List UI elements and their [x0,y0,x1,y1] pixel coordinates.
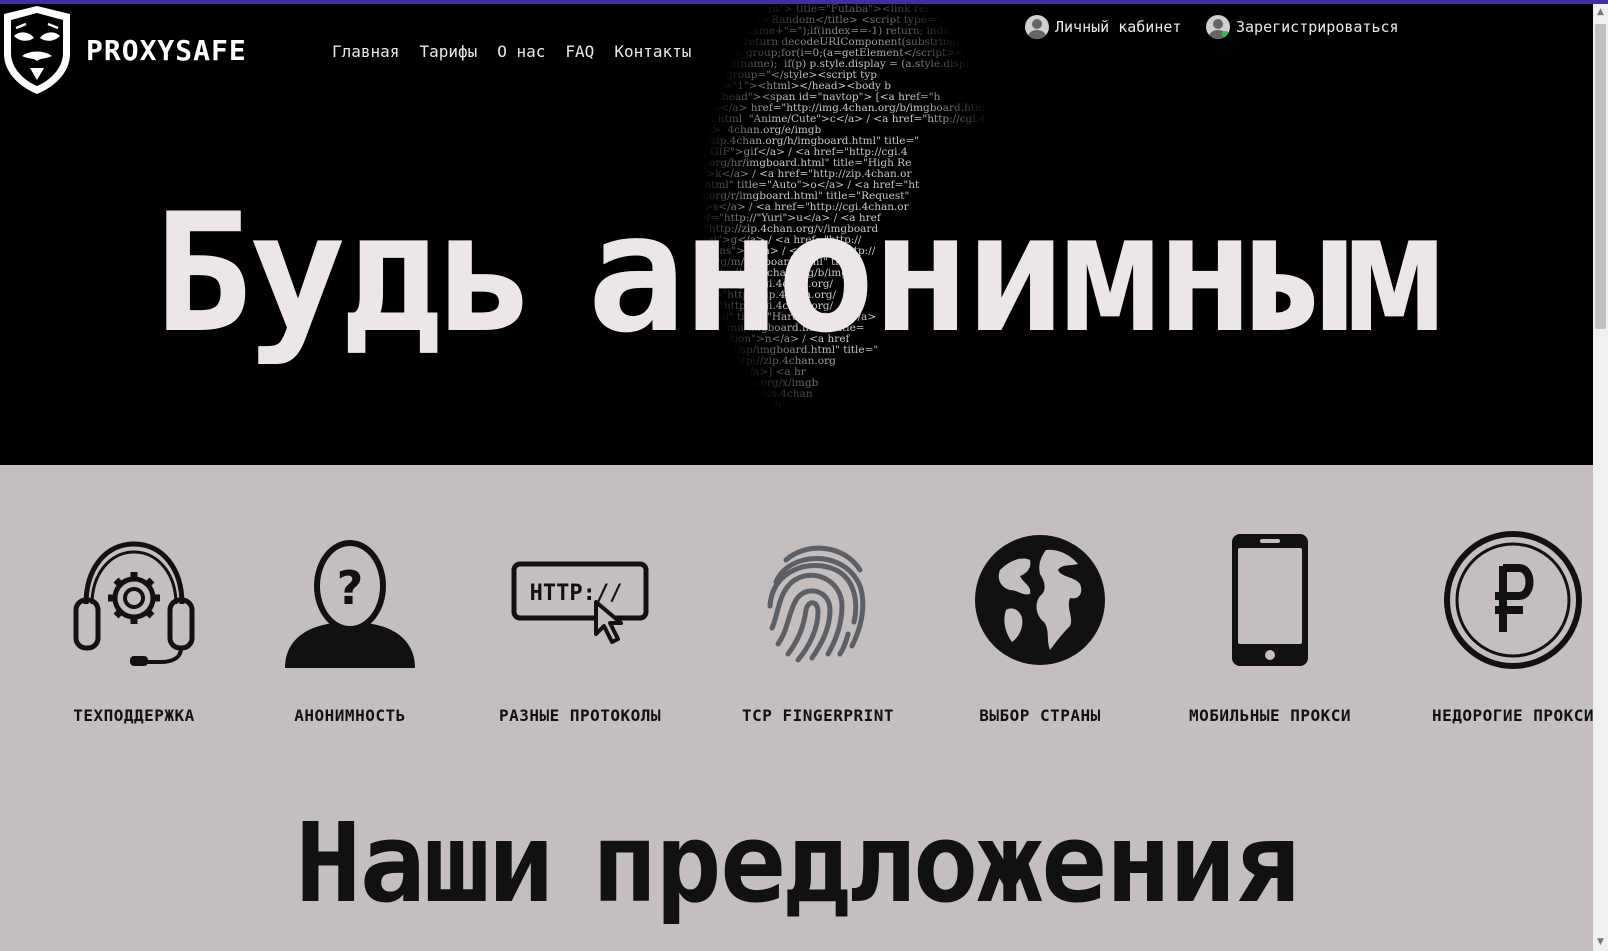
user-avatar-icon [1025,15,1049,39]
feature-fingerprint: TCP FINGERPRINT [703,530,933,725]
mask-logo-icon[interactable] [0,6,74,96]
user-add-avatar-icon [1206,15,1230,39]
feature-label: МОБИЛЬНЫЕ ПРОКСИ [1188,706,1352,725]
feature-label: РАЗНЫЕ ПРОТОКОЛЫ [498,706,662,725]
cabinet-label: Личный кабинет [1055,18,1182,36]
register-label: Зарегистрироваться [1236,18,1399,36]
hero-title: Будь анонимным [153,178,1443,369]
scroll-down-arrow-icon[interactable]: ▼ [1593,934,1608,951]
svg-text:HTTP://: HTTP:// [530,581,623,606]
feature-label: TCP FINGERPRINT [742,706,894,725]
feature-anonymity: ? АНОНИМНОСТЬ [235,530,465,725]
feature-mobile: МОБИЛЬНЫЕ ПРОКСИ [1155,530,1385,725]
smartphone-icon [1232,534,1308,666]
globe-icon [975,535,1105,665]
feature-cheap: НЕДОРОГИЕ ПРОКСИ [1398,530,1608,725]
scroll-up-arrow-icon[interactable]: ▲ [1593,4,1608,21]
headset-gear-icon [73,541,195,666]
nav-item-contacts[interactable]: Контакты [614,42,691,61]
nav-item-faq[interactable]: FAQ [565,42,594,61]
feature-label: АНОНИМНОСТЬ [294,706,406,725]
cabinet-link[interactable]: Личный кабинет [1025,15,1181,39]
nav-item-home[interactable]: Главная [332,42,399,61]
nav-item-tariffs[interactable]: Тарифы [419,42,477,61]
feature-support: ТЕХПОДДЕРЖКА [19,530,249,725]
ruble-coin-icon [1444,531,1582,669]
hero-section: <a href="http://4chan"> title="Futaba"><… [0,4,1593,465]
feature-label: НЕДОРОГИЕ ПРОКСИ [1431,706,1595,725]
page-scrollbar[interactable]: ▲ ▼ [1593,4,1608,951]
main-nav: Главная Тарифы О нас FAQ Контакты [332,42,691,61]
brand-name[interactable]: PROXYSAFE [86,34,247,67]
nav-item-about[interactable]: О нас [497,42,545,61]
register-link[interactable]: Зарегистрироваться [1206,15,1399,39]
feature-country: ВЫБОР СТРАНЫ [925,530,1155,725]
offers-title: Наши предложения [295,799,1300,927]
feature-label: ТЕХПОДДЕРЖКА [73,706,195,725]
feature-label: ВЫБОР СТРАНЫ [979,706,1101,725]
anonymous-person-icon: ? [285,540,415,668]
http-protocol-icon: HTTP:// [511,561,649,644]
svg-text:?: ? [337,561,364,615]
scrollbar-thumb[interactable] [1595,24,1606,329]
feature-protocols: HTTP:// РАЗНЫЕ ПРОТОКОЛЫ [465,530,695,725]
features-row: ТЕХПОДДЕРЖКА ? АНОНИМНОСТЬ HTTP:// РАЗНЫ… [0,530,1594,730]
fingerprint-icon [767,545,866,663]
